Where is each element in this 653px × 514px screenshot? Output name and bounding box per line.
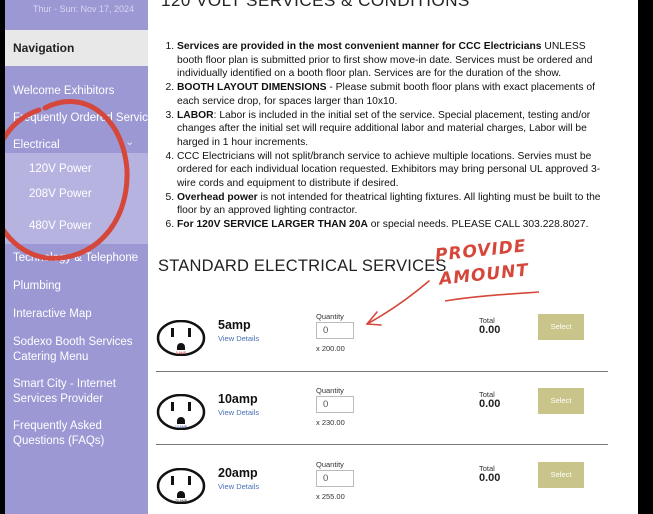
- show-dates: Thur - Sun: Nov 17, 2024: [33, 4, 135, 14]
- condition-item: BOOTH LAYOUT DIMENSIONS - Please submit …: [177, 81, 602, 108]
- select-button[interactable]: Select: [538, 314, 584, 340]
- sidebar-item-208v[interactable]: 208V Power: [5, 178, 148, 212]
- screenshot-frame: Thur - Sun: Nov 17, 2024 Navigation Welc…: [0, 0, 653, 514]
- quantity-label: Quantity: [316, 386, 344, 395]
- outlet-icon: 20 AMP: [156, 468, 206, 504]
- page: Thur - Sun: Nov 17, 2024 Navigation Welc…: [5, 0, 638, 514]
- condition-item: LABOR: Labor is included in the initial …: [177, 109, 602, 150]
- conditions-list: Services are provided in the most conven…: [162, 40, 602, 232]
- nav-header: Navigation: [5, 30, 148, 66]
- sidebar-item-frequently-ordered[interactable]: Frequently Ordered Services: [13, 111, 160, 126]
- section-title: STANDARD ELECTRICAL SERVICES: [158, 257, 447, 275]
- sidebar-item-welcome[interactable]: Welcome Exhibitors: [13, 84, 114, 99]
- select-button[interactable]: Select: [538, 388, 584, 414]
- sidebar-item-plumbing[interactable]: Plumbing: [13, 279, 61, 294]
- sidebar-item-electrical[interactable]: Electrical: [13, 138, 60, 153]
- sidebar: Thur - Sun: Nov 17, 2024 Navigation Welc…: [5, 0, 160, 514]
- quantity-input[interactable]: 0: [316, 322, 354, 339]
- chevron-right-icon[interactable]: ›: [131, 250, 135, 262]
- condition-item: Services are provided in the most conven…: [177, 40, 602, 81]
- sidebar-item-faqs[interactable]: Frequently Asked Questions (FAQs): [13, 419, 148, 449]
- sidebar-item-smart-city[interactable]: Smart City - Internet Services Provider: [13, 377, 138, 407]
- svg-text:20 AMP: 20 AMP: [175, 499, 188, 503]
- sidebar-item-technology[interactable]: Technology & Telephone: [13, 251, 138, 266]
- condition-item: CCC Electricians will not split/branch s…: [177, 150, 602, 191]
- total-value: 0.00: [479, 324, 501, 336]
- main-content: 120 VOLT SERVICES & CONDITIONS Services …: [148, 0, 638, 514]
- divider: [156, 444, 608, 445]
- service-row-10amp: 10 AMP 10amp View Details Quantity 0 x 2…: [156, 386, 638, 460]
- divider: [156, 371, 608, 372]
- unit-price: x 255.00: [316, 492, 345, 501]
- unit-price: x 230.00: [316, 418, 345, 427]
- quantity-input[interactable]: 0: [316, 470, 354, 487]
- quantity-label: Quantity: [316, 460, 344, 469]
- view-details-link[interactable]: View Details: [218, 334, 259, 343]
- select-button[interactable]: Select: [538, 462, 584, 488]
- outlet-icon: 10 AMP: [156, 394, 206, 430]
- unit-price: x 200.00: [316, 344, 345, 353]
- view-details-link[interactable]: View Details: [218, 482, 259, 491]
- service-row-20amp: 20 AMP 20amp View Details Quantity 0 x 2…: [156, 460, 638, 514]
- service-name: 20amp: [218, 466, 258, 480]
- svg-text:5 AMP: 5 AMP: [176, 351, 187, 355]
- sidebar-item-480v[interactable]: 480V Power: [5, 210, 148, 244]
- total-value: 0.00: [479, 398, 501, 410]
- condition-item: Overhead power is not intended for theat…: [177, 191, 602, 218]
- chevron-down-icon[interactable]: ⌄: [125, 135, 134, 148]
- outlet-icon: 5 AMP: [156, 320, 206, 356]
- view-details-link[interactable]: View Details: [218, 408, 259, 417]
- sidebar-item-interactive-map[interactable]: Interactive Map: [13, 307, 92, 322]
- service-row-5amp: 5 AMP 5amp View Details Quantity 0 x 200…: [156, 312, 638, 386]
- service-name: 10amp: [218, 392, 258, 406]
- quantity-label: Quantity: [316, 312, 344, 321]
- quantity-input[interactable]: 0: [316, 396, 354, 413]
- svg-text:10 AMP: 10 AMP: [175, 425, 188, 429]
- sidebar-item-sodexo[interactable]: Sodexo Booth Services Catering Menu: [13, 335, 138, 365]
- condition-item: For 120V SERVICE LARGER THAN 20A or spec…: [177, 218, 602, 232]
- page-title: 120 VOLT SERVICES & CONDITIONS: [161, 0, 470, 10]
- total-value: 0.00: [479, 472, 501, 484]
- service-name: 5amp: [218, 318, 251, 332]
